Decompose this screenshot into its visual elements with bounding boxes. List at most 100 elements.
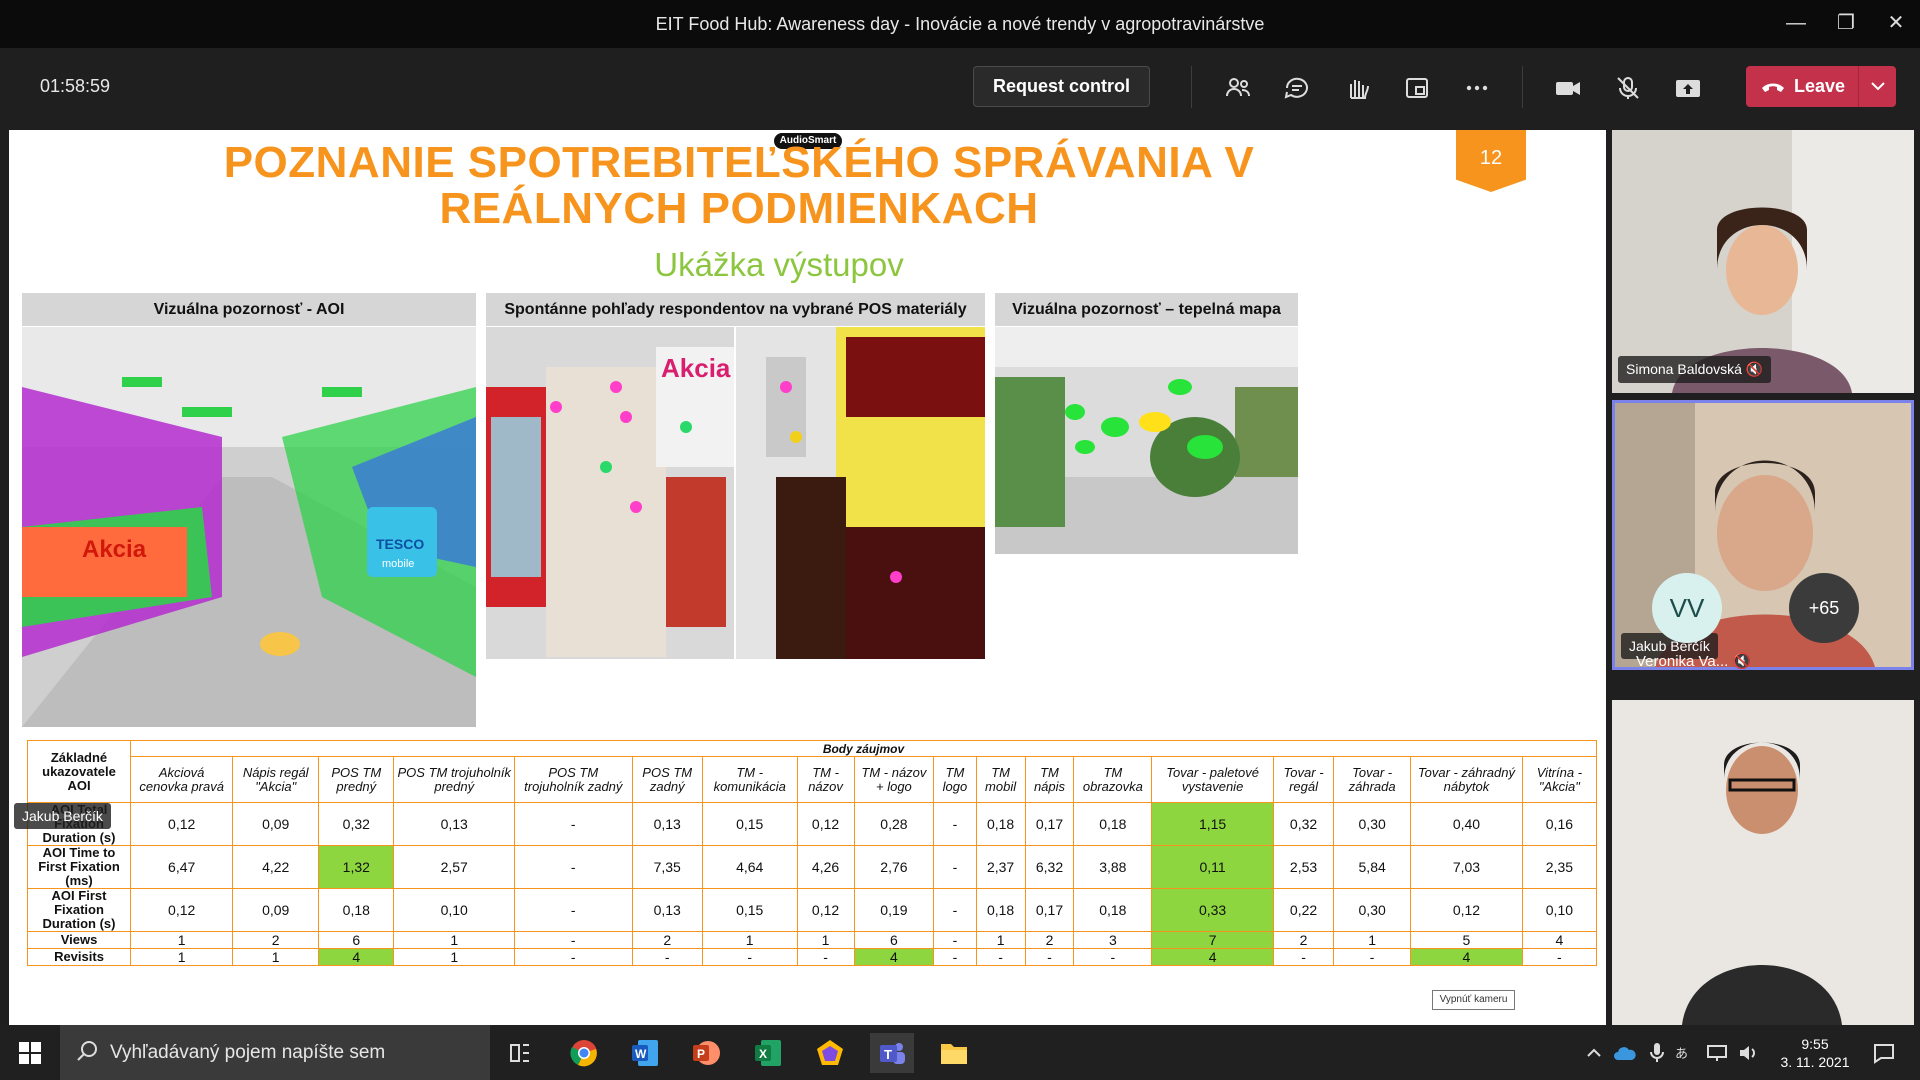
table-column-header: TM obrazovka [1073, 756, 1153, 803]
slide-subtitle: Ukážka výstupov [654, 246, 904, 283]
view-layout-icon[interactable] [1397, 68, 1437, 108]
participant-name-veronika: Veronika Va... 🔇 [1636, 653, 1752, 670]
table-column-header: TM - komunikácia [701, 756, 798, 803]
table-cell: - [933, 845, 977, 889]
table-column-header: Vitrína - "Akcia" [1521, 756, 1598, 803]
table-cell: 0,10 [393, 888, 515, 932]
file-explorer-icon[interactable] [932, 1033, 976, 1073]
table-cell: - [513, 845, 633, 889]
table-cell: 4 [1410, 948, 1523, 966]
share-screen-icon[interactable] [1668, 68, 1708, 108]
table-column-header: TM - názov + logo [853, 756, 935, 803]
meeting-timer: 01:58:59 [40, 76, 111, 96]
table-cell: 0,32 [318, 802, 395, 846]
network-icon[interactable] [1702, 1033, 1732, 1073]
table-cell: - [1024, 948, 1075, 966]
chevron-up-icon[interactable] [1580, 1033, 1608, 1073]
avatar-veronika[interactable]: VV [1652, 573, 1722, 643]
table-cell: - [933, 802, 977, 846]
table-cell: 5 [1410, 931, 1523, 949]
table-cell: 0,40 [1410, 802, 1523, 846]
powerpoint-icon[interactable]: P [684, 1033, 728, 1073]
table-cell: 1 [975, 931, 1026, 949]
notifications-icon[interactable] [1862, 1033, 1906, 1073]
heatmap-photo [995, 327, 1298, 554]
participant-video-4[interactable] [1612, 700, 1914, 1025]
table-cell: 0,15 [701, 802, 798, 846]
table-cell: 0,18 [975, 802, 1026, 846]
close-window-button[interactable]: ✕ [1876, 8, 1916, 38]
table-cell: 0,09 [232, 802, 320, 846]
table-group-header: Body záujmov [130, 740, 1597, 757]
participants-icon[interactable] [1218, 68, 1258, 108]
minimize-button[interactable]: — [1776, 8, 1816, 38]
mic-muted-icon[interactable] [1608, 68, 1648, 108]
onedrive-icon[interactable] [1610, 1033, 1640, 1073]
table-cell: 0,22 [1272, 888, 1335, 932]
table-cell: 4 [318, 948, 395, 966]
table-cell: 0,18 [975, 888, 1026, 932]
table-column-header: Tovar - záhradný nábytok [1410, 756, 1523, 803]
table-cell: - [933, 931, 977, 949]
table-cell: 0,13 [393, 802, 515, 846]
table-row: AOI Total Fixation Duration (s)0,120,090… [27, 802, 1598, 846]
slide-page-number: 12 [1456, 130, 1526, 192]
task-view-icon[interactable] [498, 1033, 542, 1073]
table-cell: 2,53 [1272, 845, 1335, 889]
table-cell: 4 [1151, 948, 1274, 966]
app-pentagon-icon[interactable] [808, 1033, 852, 1073]
participant-video-simona[interactable]: Simona Baldovská 🔇 [1612, 130, 1914, 393]
aoi-store-photo: Akcia TESCO mobile [22, 327, 476, 727]
more-participants-badge[interactable]: +65 [1789, 573, 1859, 643]
clock-time: 9:55 [1801, 1036, 1829, 1052]
akcia-sign: Akcia [661, 353, 731, 383]
camera-off-button[interactable]: Vypnúť kameru [1432, 990, 1515, 1010]
table-cell: 0,16 [1521, 802, 1598, 846]
table-cell: - [513, 888, 633, 932]
table-cell: 7 [1151, 931, 1274, 949]
table-cell: - [933, 888, 977, 932]
taskbar-search[interactable]: Vyhľadávaný pojem napíšte sem [60, 1025, 490, 1080]
panel-header-heatmap: Vizuálna pozornosť – tepelná mapa [995, 293, 1298, 326]
microphone-icon[interactable] [1644, 1033, 1670, 1073]
table-cell: 6,32 [1024, 845, 1075, 889]
leave-dropdown-button[interactable] [1858, 66, 1896, 107]
table-cell: - [1333, 948, 1412, 966]
table-column-header: POS TM trojuholník zadný [513, 756, 633, 803]
table-row-header: Základné ukazovatele AOI [27, 740, 131, 803]
table-row-label: Revisits [27, 948, 131, 966]
excel-icon[interactable]: X [746, 1033, 790, 1073]
participants-panel: Simona Baldovská 🔇 Jakub Berčík VV Veron… [1606, 130, 1920, 1025]
chevron-down-icon [1871, 82, 1885, 91]
request-control-button[interactable]: Request control [973, 66, 1150, 107]
table-cell: 0,12 [796, 802, 855, 846]
word-icon[interactable]: W [623, 1033, 667, 1073]
teams-icon[interactable]: T [870, 1033, 914, 1073]
windows-start-icon[interactable] [8, 1033, 52, 1073]
language-icon[interactable]: あ [1672, 1033, 1700, 1073]
table-cell: 2,37 [975, 845, 1026, 889]
more-actions-icon[interactable] [1457, 68, 1497, 108]
table-cell: - [701, 948, 798, 966]
table-row-label: Views [27, 931, 131, 949]
table-column-header: Tovar - záhrada [1333, 756, 1412, 803]
table-cell: 2,57 [393, 845, 515, 889]
svg-text:T: T [884, 1047, 892, 1062]
hang-up-icon [1760, 78, 1786, 101]
taskbar-clock[interactable]: 9:55 3. 11. 2021 [1770, 1035, 1860, 1071]
table-cell: 0,12 [1410, 888, 1523, 932]
table-cell: - [513, 931, 633, 949]
participant-video-jakub[interactable]: Jakub Berčík [1612, 400, 1914, 670]
mobile-sign: mobile [382, 558, 414, 570]
leave-button[interactable]: Leave [1746, 66, 1896, 107]
camera-icon[interactable] [1548, 68, 1588, 108]
table-row-label: AOI Time to First Fixation (ms) [27, 845, 131, 889]
volume-icon[interactable] [1734, 1033, 1764, 1073]
chat-icon[interactable] [1277, 68, 1317, 108]
table-cell: - [1521, 948, 1598, 966]
raise-hand-icon[interactable] [1337, 68, 1377, 108]
maximize-button[interactable]: ❐ [1826, 8, 1866, 38]
leave-label: Leave [1794, 76, 1846, 96]
chrome-icon[interactable] [562, 1033, 606, 1073]
table-cell: 2 [1272, 931, 1335, 949]
